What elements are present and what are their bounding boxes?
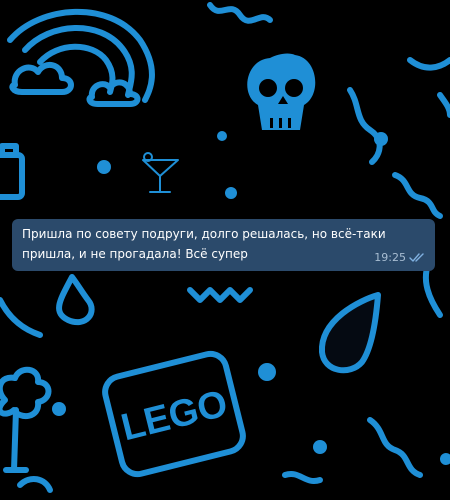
message-time: 19:25 [374, 251, 406, 264]
chat-area[interactable]: LEGO Пришла по совету подруги, долго реш… [0, 0, 450, 500]
cloud-icon [9, 61, 74, 95]
drop-icon [56, 274, 95, 325]
svg-text:LEGO: LEGO [117, 383, 232, 450]
message-text: Пришла по совету подруги, долго решалась… [22, 227, 386, 261]
cloud-icon [86, 79, 141, 107]
jar-icon [0, 152, 25, 200]
lego-logo-icon: LEGO [102, 350, 246, 478]
double-check-icon [409, 253, 424, 262]
cocktail-icon [142, 152, 179, 193]
raindrop-icon [318, 292, 381, 374]
message-meta: 19:25 [374, 252, 427, 264]
skull-icon [247, 53, 316, 130]
message-bubble[interactable]: Пришла по совету подруги, долго решалась… [12, 219, 435, 271]
tree-icon [0, 366, 52, 473]
